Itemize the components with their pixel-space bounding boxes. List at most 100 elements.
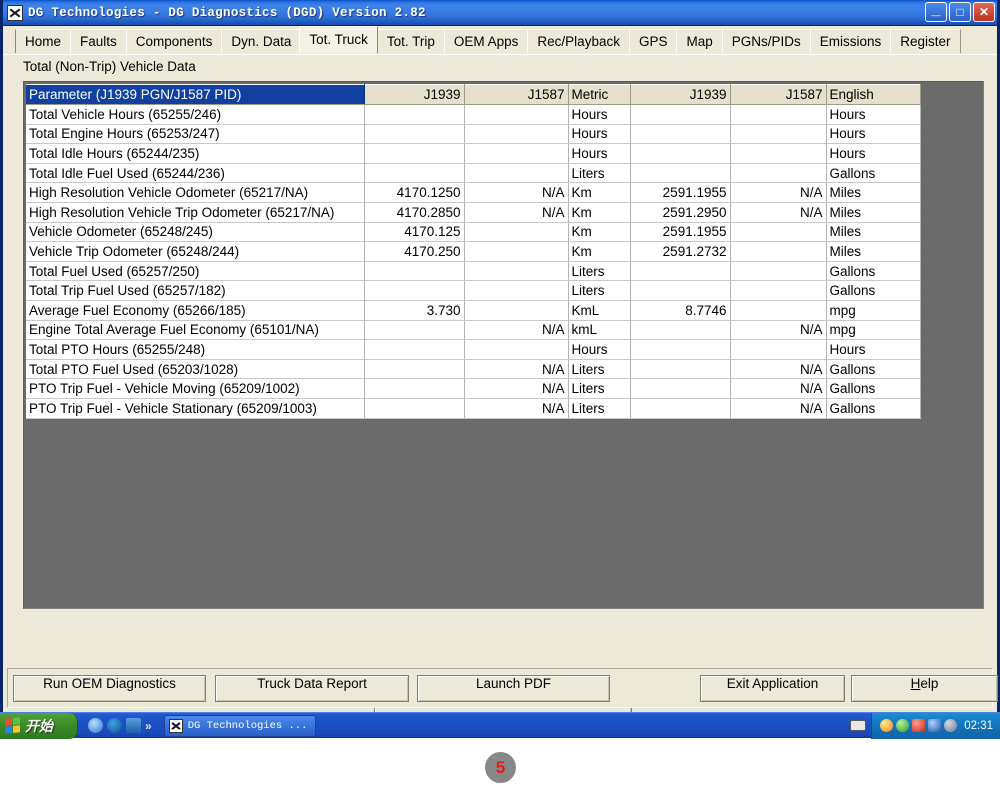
table-row[interactable]: Vehicle Odometer (65248/245) 4170.125 Km 25… — [26, 222, 921, 243]
table-row[interactable]: Total PTO Hours (65255/248) Hours Hours — [26, 339, 921, 360]
tab-emissions[interactable]: Emissions — [809, 29, 892, 53]
tab-faults[interactable]: Faults — [70, 29, 127, 53]
cell-j1939-metric — [364, 320, 465, 341]
run-oem-diagnostics-button[interactable]: Run OEM Diagnostics — [13, 675, 206, 702]
title-bar: DG Technologies - DG Diagnostics (DGD) V… — [3, 0, 997, 26]
chevron-right-icon[interactable]: » — [145, 719, 152, 733]
table-row[interactable]: PTO Trip Fuel - Vehicle Stationary (6520… — [26, 398, 921, 419]
cell-j1939-english — [630, 104, 731, 125]
tab-tot-trip[interactable]: Tot. Trip — [376, 29, 445, 53]
table-row[interactable]: Total Idle Fuel Used (65244/236) Liters Ga… — [26, 163, 921, 184]
cell-j1939-english — [630, 339, 731, 360]
outlook-icon[interactable] — [107, 718, 122, 733]
cell-parameter: PTO Trip Fuel - Vehicle Moving (65209/10… — [26, 378, 365, 399]
cell-j1939-metric: 4170.1250 — [364, 182, 465, 203]
tab-rec-playback[interactable]: Rec/Playback — [527, 29, 630, 53]
internet-explorer-icon[interactable] — [88, 718, 103, 733]
table-row[interactable]: High Resolution Vehicle Odometer (65217/… — [26, 182, 921, 203]
column-header-j1587-english[interactable]: J1587 — [730, 84, 827, 105]
tab-map[interactable]: Map — [676, 29, 723, 53]
cell-metric-unit: Liters — [568, 280, 631, 301]
exit-application-button[interactable]: Exit Application — [700, 675, 845, 702]
cell-metric-unit: Km — [568, 241, 631, 262]
step-number-badge: 5 — [485, 752, 516, 783]
cell-j1939-metric — [364, 104, 465, 125]
tray-clock[interactable]: 02:31 — [964, 720, 993, 732]
maximize-button[interactable]: □ — [949, 2, 971, 22]
column-header-english[interactable]: English — [826, 84, 921, 105]
taskbar-item-dg-technologies[interactable]: DG Technologies ... — [163, 714, 317, 737]
cell-j1587-metric — [464, 261, 569, 282]
cell-j1587-english: N/A — [730, 378, 827, 399]
table-row[interactable]: Engine Total Average Fuel Economy (65101… — [26, 320, 921, 341]
help-button[interactable]: Help — [851, 675, 998, 702]
cell-j1587-english — [730, 143, 827, 164]
taskbar-item-label: DG Technologies ... — [187, 719, 308, 732]
cell-metric-unit: Hours — [568, 124, 631, 145]
table-row[interactable]: Average Fuel Economy (65266/185) 3.730 KmL… — [26, 300, 921, 321]
tab-oem-apps[interactable]: OEM Apps — [443, 29, 529, 53]
cell-parameter: Total Trip Fuel Used (65257/182) — [26, 280, 365, 301]
tray-shield-icon[interactable] — [896, 719, 910, 732]
table-row[interactable]: Vehicle Trip Odometer (65248/244) 4170.25… — [26, 241, 921, 262]
tray-network-icon[interactable] — [912, 719, 926, 732]
tab-components[interactable]: Components — [125, 29, 223, 53]
cell-j1587-metric: N/A — [464, 378, 569, 399]
cell-english-unit: Gallons — [826, 359, 921, 380]
cell-english-unit: mpg — [826, 300, 921, 321]
table-row[interactable]: Total Vehicle Hours (65255/246) Hours Hour… — [26, 104, 921, 125]
cell-j1939-english — [630, 261, 731, 282]
cell-parameter: Total Idle Hours (65244/235) — [26, 143, 365, 164]
truck-data-report-button[interactable]: Truck Data Report — [215, 675, 409, 702]
cell-parameter: High Resolution Vehicle Trip Odometer (6… — [26, 202, 365, 223]
cell-j1587-metric — [464, 124, 569, 145]
page-title: Total (Non-Trip) Vehicle Data — [23, 59, 196, 74]
tray-antivirus-icon[interactable] — [880, 719, 894, 732]
minimize-button[interactable]: _ — [925, 2, 947, 22]
column-header-j1587-metric[interactable]: J1587 — [464, 84, 569, 105]
tab-gps[interactable]: GPS — [628, 29, 678, 53]
help-accelerator: H — [910, 676, 921, 691]
table-row[interactable]: Total Trip Fuel Used (65257/182) Liters Ga… — [26, 280, 921, 301]
column-header-metric[interactable]: Metric — [568, 84, 631, 105]
tab-tot-truck[interactable]: Tot. Truck — [299, 26, 378, 53]
table-row[interactable]: Total Fuel Used (65257/250) Liters Gallons — [26, 261, 921, 282]
window-title: DG Technologies - DG Diagnostics (DGD) V… — [28, 5, 426, 20]
data-grid-panel[interactable]: Parameter (J1939 PGN/J1587 PID) J1939 J1… — [23, 81, 984, 609]
cell-parameter: Total Engine Hours (65253/247) — [26, 124, 365, 145]
cell-j1587-english — [730, 300, 827, 321]
tab-home[interactable]: Home — [15, 29, 72, 53]
tab-dyn-data[interactable]: Dyn. Data — [221, 29, 302, 53]
media-player-icon[interactable] — [126, 718, 141, 733]
close-button[interactable]: ✕ — [973, 2, 995, 22]
cell-j1939-english: 2591.2950 — [630, 202, 731, 223]
tray-network-disconnected-icon[interactable] — [928, 719, 942, 732]
cell-parameter: PTO Trip Fuel - Vehicle Stationary (6520… — [26, 398, 365, 419]
start-button[interactable]: 开始 — [0, 712, 78, 739]
column-header-parameter[interactable]: Parameter (J1939 PGN/J1587 PID) — [26, 84, 365, 105]
cell-j1939-metric — [364, 163, 465, 184]
table-row[interactable]: High Resolution Vehicle Trip Odometer (6… — [26, 202, 921, 223]
cell-j1939-metric — [364, 143, 465, 164]
cell-metric-unit: Liters — [568, 398, 631, 419]
cell-j1939-english — [630, 143, 731, 164]
tray-volume-icon[interactable] — [944, 719, 958, 732]
table-row[interactable]: Total Engine Hours (65253/247) Hours Hours — [26, 124, 921, 145]
tab-pgns-pids[interactable]: PGNs/PIDs — [721, 29, 811, 53]
table-row[interactable]: Total PTO Fuel Used (65203/1028) N/A Liter… — [26, 359, 921, 380]
language-bar[interactable] — [845, 713, 871, 739]
cell-english-unit: Gallons — [826, 378, 921, 399]
cell-j1587-metric: N/A — [464, 398, 569, 419]
application-window: DG Technologies - DG Diagnostics (DGD) V… — [0, 0, 1000, 715]
cell-j1939-metric — [364, 378, 465, 399]
table-row[interactable]: PTO Trip Fuel - Vehicle Moving (65209/10… — [26, 378, 921, 399]
cell-parameter: Total Fuel Used (65257/250) — [26, 261, 365, 282]
table-row[interactable]: Total Idle Hours (65244/235) Hours Hours — [26, 143, 921, 164]
launch-pdf-button[interactable]: Launch PDF — [417, 675, 610, 702]
tab-register[interactable]: Register — [890, 29, 961, 53]
column-header-j1939-metric[interactable]: J1939 — [364, 84, 465, 105]
column-header-j1939-english[interactable]: J1939 — [630, 84, 731, 105]
cell-j1939-english — [630, 359, 731, 380]
cell-english-unit: Miles — [826, 202, 921, 223]
cell-j1587-metric: N/A — [464, 320, 569, 341]
